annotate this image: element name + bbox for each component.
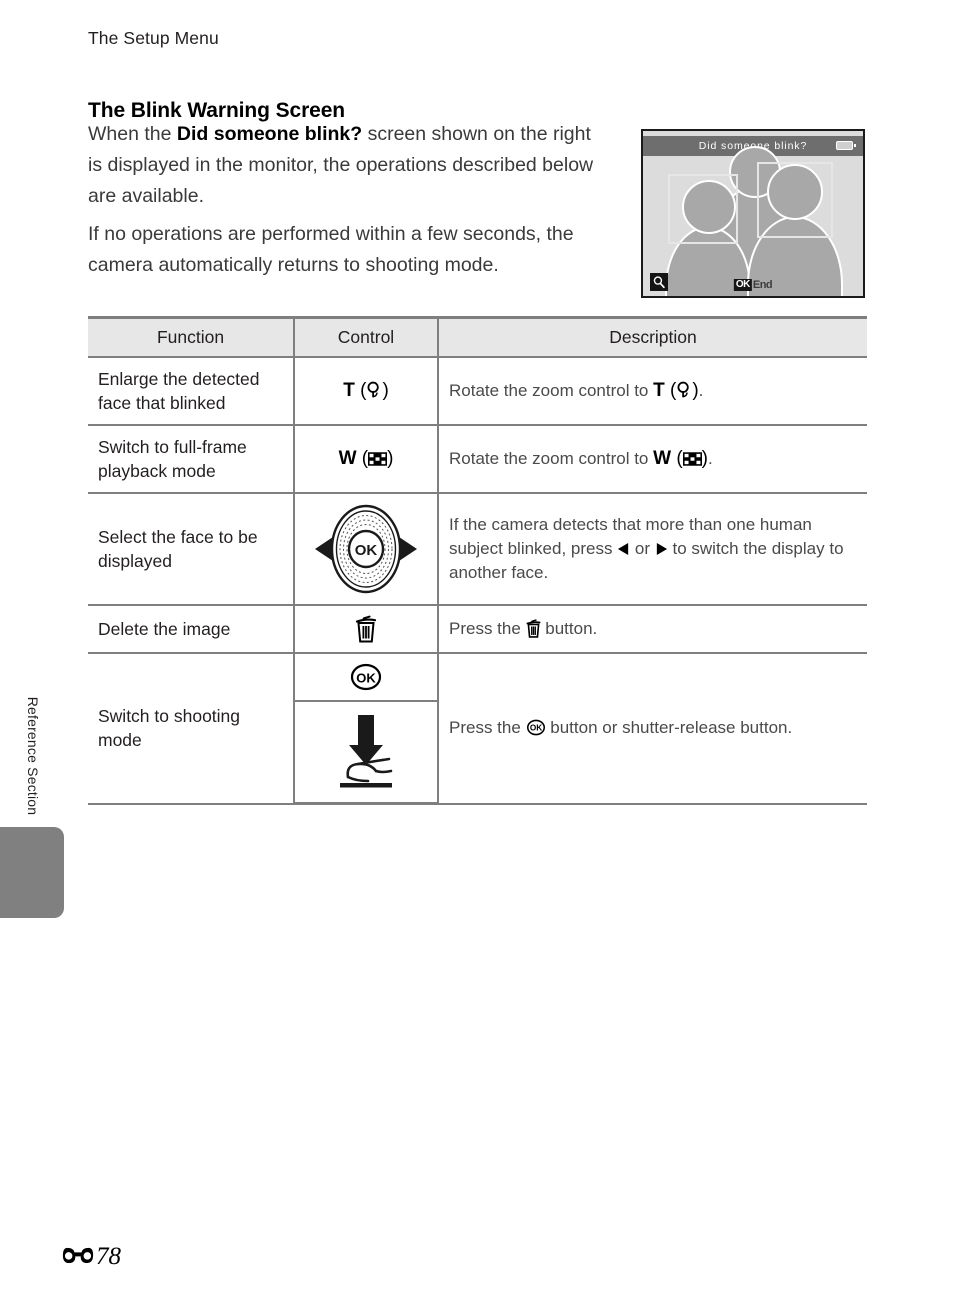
row-function-full-frame: Switch to full-frame playback mode [88, 424, 295, 494]
trash-icon [355, 615, 377, 643]
row-function-switch-shooting: Switch to shooting mode [88, 652, 295, 805]
magnifier-icon [676, 381, 692, 398]
face-detect-box-left [668, 174, 738, 244]
desc-pre: Rotate the zoom control to [449, 449, 654, 468]
col-header-description: Description [437, 316, 867, 358]
row-desc-zoom-t: Rotate the zoom control to T ( ). [437, 356, 867, 426]
zoom-letter-w: W [338, 448, 357, 469]
zoom-letter-t: T [343, 380, 355, 401]
triangle-right-icon [655, 539, 668, 556]
intro-paragraph-2: If no operations are performed within a … [88, 223, 574, 276]
ok-chip-label: OK [733, 279, 752, 291]
triangle-left-icon [617, 539, 630, 556]
end-label: End [752, 279, 773, 291]
table-row: Select the face to be displayed OK If th… [88, 492, 867, 606]
table-row: Enlarge the detected face that blinked T… [88, 356, 867, 426]
col-header-function: Function [88, 316, 295, 358]
trash-icon [526, 619, 541, 638]
desc-post: . [707, 449, 713, 468]
thumbnail-grid-icon [368, 451, 388, 466]
camera-monitor-illustration: Did someone blink? OK End [641, 129, 865, 298]
zoom-letter-t-inline: T [653, 380, 665, 401]
multi-selector-dial-icon: OK [311, 503, 421, 595]
side-tab-marker [0, 827, 64, 918]
intro-paragraph-1: When the Did someone blink? screen shown… [88, 119, 610, 212]
row-desc-delete-image: Press the button. [437, 604, 867, 654]
table-row: Switch to shooting mode OK Press the OK … [88, 652, 867, 805]
zoom-letter-w-inline: W [653, 448, 672, 469]
row-desc-zoom-w: Rotate the zoom control to W ( ). [437, 424, 867, 494]
row-desc-switch-shooting: Press the OK button or shutter-release b… [437, 652, 867, 805]
intro-p1-pre: When the [88, 123, 177, 145]
side-tab-label: Reference Section [25, 696, 41, 816]
ok-end-hint: OK End [733, 279, 773, 291]
row-function-enlarge-face: Enlarge the detected face that blinked [88, 356, 295, 426]
ok-button-icon: OK [526, 719, 546, 736]
row-function-delete-image: Delete the image [88, 604, 295, 654]
col-header-control: Control [293, 316, 439, 358]
magnifier-icon [650, 273, 668, 291]
row-control-trash [293, 604, 439, 654]
intro-p1-bold: Did someone blink? [176, 123, 363, 145]
magnifier-icon [366, 381, 382, 398]
table-row: Delete the image Press the button. [88, 604, 867, 654]
row-control-shutter-press [294, 700, 438, 805]
svg-text:OK: OK [529, 724, 541, 733]
row-function-select-face: Select the face to be displayed [88, 492, 295, 606]
row-control-zoom-w: W ( ) [293, 424, 439, 494]
desc-pre: Rotate the zoom control to [449, 381, 654, 400]
row-control-ok-button: OK [293, 652, 439, 702]
table-row: Switch to full-frame playback mode W ( )… [88, 424, 867, 494]
battery-icon [836, 141, 856, 150]
desc-mid: or [630, 539, 655, 558]
desc-post: . [698, 381, 704, 400]
row-desc-select-face: If the camera detects that more than one… [437, 492, 867, 606]
table-header-row: Function Control Description [88, 316, 867, 358]
reference-section-mark-icon [62, 1244, 94, 1271]
row-control-multi-selector: OK [293, 492, 439, 606]
ok-button-icon: OK [349, 663, 383, 691]
svg-text:OK: OK [355, 542, 378, 559]
page-footer: 78 [62, 1243, 121, 1271]
intro-copy: When the Did someone blink? screen shown… [88, 119, 610, 288]
thumbnail-grid-icon [682, 449, 702, 466]
running-head: The Setup Menu [88, 28, 219, 48]
desc-pre: Press the [449, 619, 526, 638]
row-control-zoom-t: T ( ) [293, 356, 439, 426]
monitor-scene: OK End [643, 146, 863, 296]
face-detect-box-right [757, 162, 833, 238]
desc-post: button. [540, 619, 598, 638]
svg-text:OK: OK [356, 671, 376, 686]
shutter-press-icon [334, 711, 398, 793]
page-number: 78 [96, 1243, 121, 1270]
blink-warning-controls-table: Function Control Description Enlarge the… [88, 316, 867, 805]
desc-post: button or shutter-release button. [545, 718, 793, 738]
desc-pre: Press the [449, 718, 526, 738]
